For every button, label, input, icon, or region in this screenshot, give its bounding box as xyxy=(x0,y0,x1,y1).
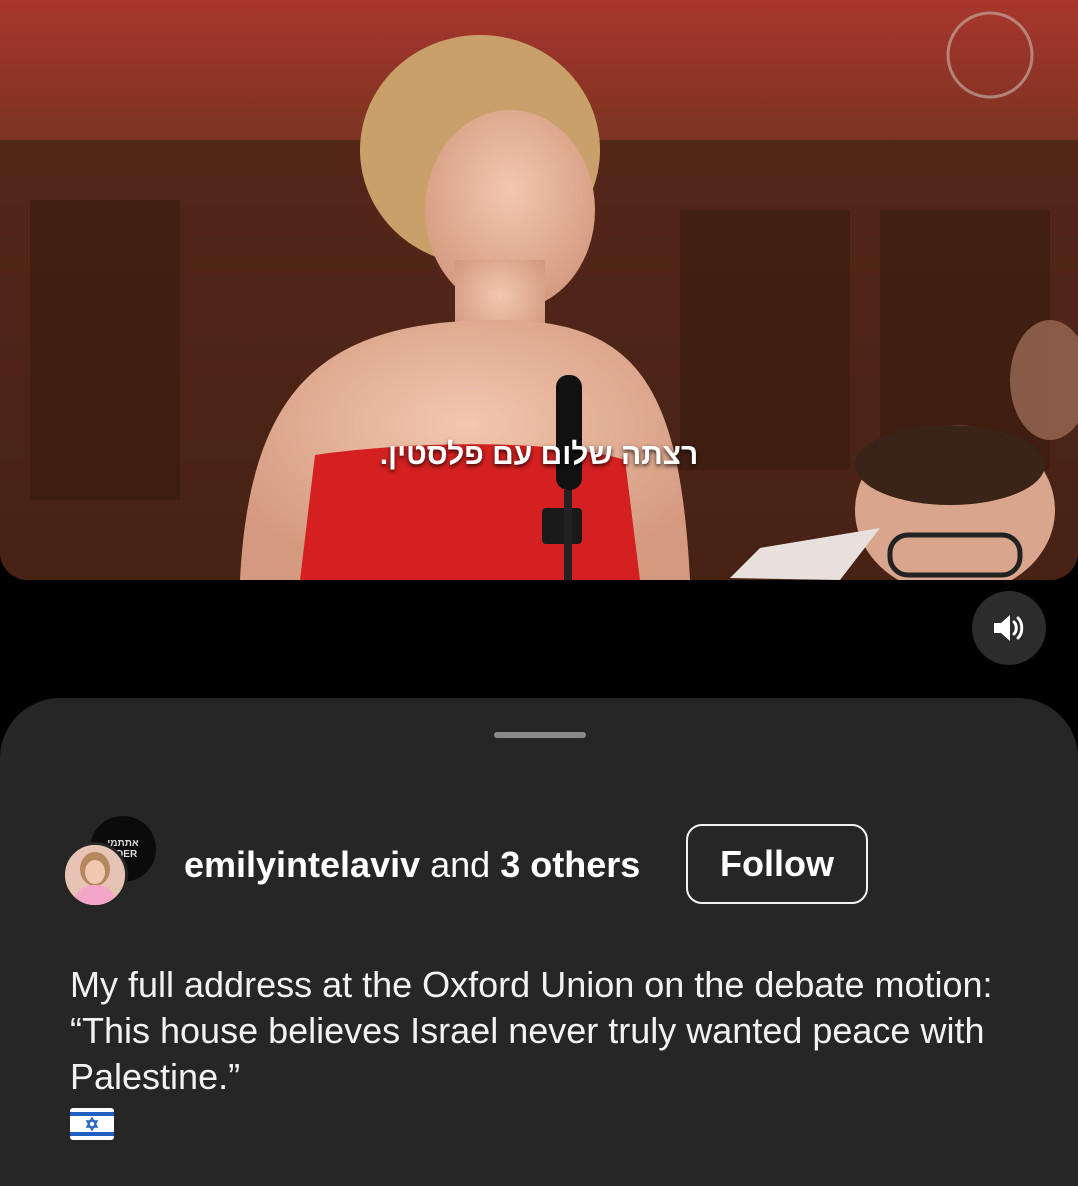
caption-text: My full address at the Oxford Union on t… xyxy=(70,964,993,1097)
collab-others-link[interactable]: 3 others xyxy=(500,844,640,885)
volume-on-icon xyxy=(994,615,1024,641)
video-player[interactable]: רצתה שלום עם פלסטין. xyxy=(0,0,1078,580)
video-frame xyxy=(0,0,1078,580)
reel-viewer: רצתה שלום עם פלסטין. אתתמי UDER emilyint… xyxy=(0,0,1078,1186)
sheet-drag-handle[interactable] xyxy=(494,732,586,738)
sound-toggle-button[interactable] xyxy=(972,591,1046,665)
video-subtitle: רצתה שלום עם פלסטין. xyxy=(379,438,699,471)
author-row: אתתמי UDER emilyintelaviv and 3 others F… xyxy=(62,816,1022,916)
author-username[interactable]: emilyintelaviv xyxy=(184,844,420,885)
collab-avatars[interactable]: אתתמי UDER xyxy=(62,816,162,916)
author-photo xyxy=(65,845,125,905)
collab-joiner: and xyxy=(420,844,501,885)
post-details-sheet: אתתמי UDER emilyintelaviv and 3 others F… xyxy=(0,698,1078,1186)
post-caption: My full address at the Oxford Union on t… xyxy=(70,962,1030,1140)
author-avatar xyxy=(62,842,128,908)
follow-button[interactable]: Follow xyxy=(686,824,868,904)
author-names[interactable]: emilyintelaviv and 3 others xyxy=(184,844,640,886)
israel-flag-icon xyxy=(70,1108,114,1140)
